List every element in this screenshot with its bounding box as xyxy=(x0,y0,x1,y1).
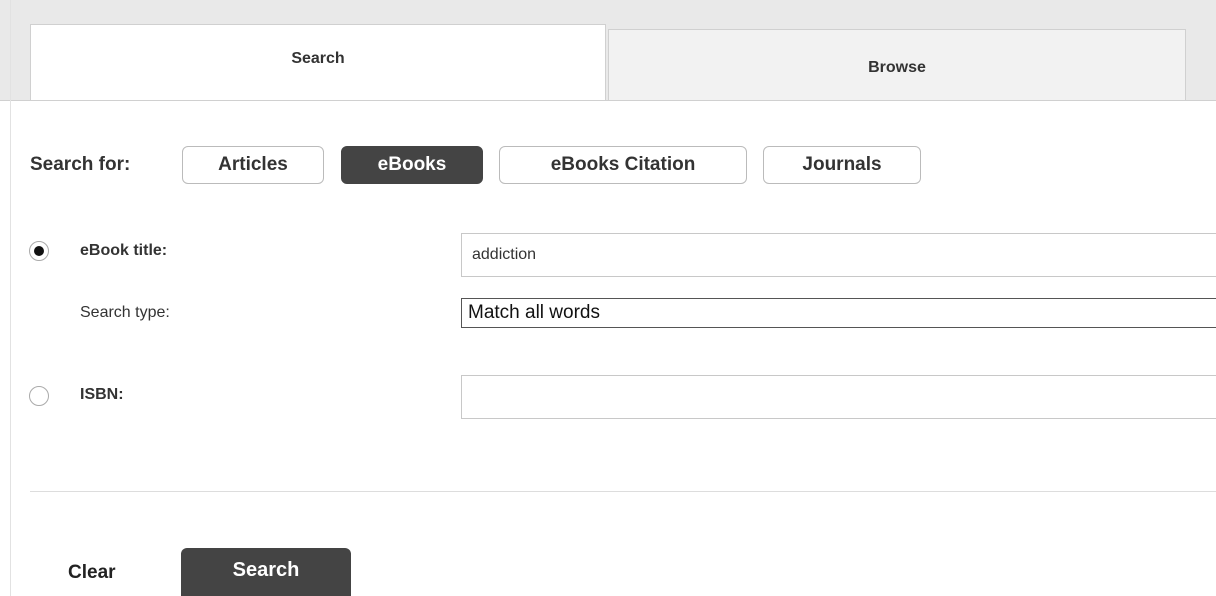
articles-button[interactable]: Articles xyxy=(182,146,324,184)
isbn-radio[interactable] xyxy=(29,386,49,406)
search-for-label: Search for: xyxy=(30,154,131,175)
isbn-input[interactable] xyxy=(461,375,1216,419)
ebook-title-label: eBook title: xyxy=(80,242,168,259)
ebooks-button[interactable]: eBooks xyxy=(341,146,483,184)
tab-search[interactable]: Search xyxy=(30,24,606,101)
tab-bar-divider xyxy=(0,100,1216,101)
search-type-select[interactable]: Match all words xyxy=(461,298,1216,328)
search-button[interactable]: Search xyxy=(181,548,351,596)
search-type-label: Search type: xyxy=(80,304,170,321)
ebooks-citation-button[interactable]: eBooks Citation xyxy=(499,146,747,184)
form-divider xyxy=(30,491,1216,492)
search-type-value: Match all words xyxy=(468,302,600,323)
tab-browse[interactable]: Browse xyxy=(608,29,1186,100)
ebook-title-input[interactable] xyxy=(461,233,1216,277)
clear-button[interactable]: Clear xyxy=(68,562,116,584)
ebook-title-radio[interactable] xyxy=(29,241,49,261)
panel-left-border xyxy=(10,0,11,596)
isbn-label: ISBN: xyxy=(80,386,124,403)
journals-button[interactable]: Journals xyxy=(763,146,921,184)
